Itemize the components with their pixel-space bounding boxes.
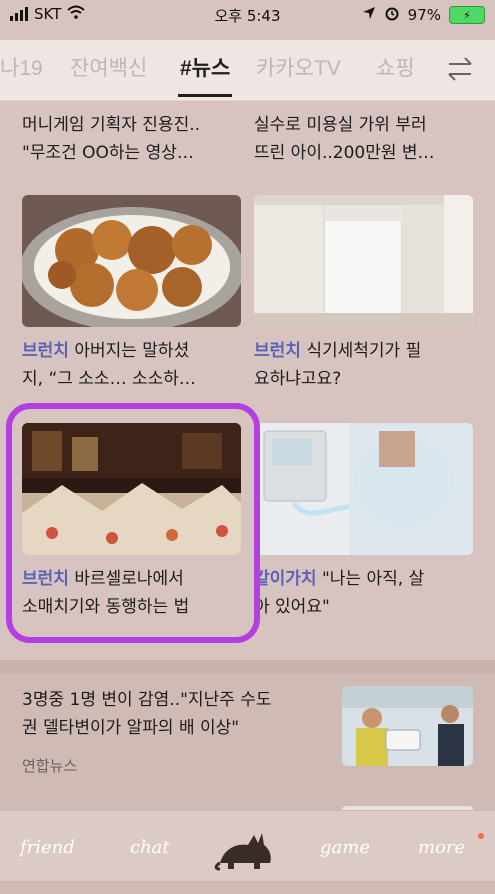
battery-percent: 97% — [407, 6, 441, 24]
brunch-tag: 브런치 — [254, 341, 301, 361]
title-line: 브런치 아버지는 말하셨 — [22, 337, 247, 365]
location-icon — [362, 6, 376, 24]
title-line: 요하냐고요? — [254, 369, 342, 389]
status-bar: SKT 오후 5:43 97% ⚡ — [0, 0, 495, 28]
annotation-highlight-box — [6, 403, 260, 643]
news-source: 연합뉴스 — [22, 757, 78, 775]
nav-chat[interactable]: chat — [130, 837, 170, 858]
tab-kakaotv[interactable]: 카카오TV — [256, 52, 341, 82]
nav-more[interactable]: more — [418, 837, 465, 858]
card-top-left-title[interactable]: 머니게임 기획자 진용진.. "무조건 OO하는 영상… — [22, 111, 242, 167]
tab-bar: 나19 잔여백신 #뉴스 카카오TV 쇼핑 — [0, 40, 495, 101]
title-line: 지, “그 소소… 소소하… — [22, 369, 196, 389]
tab-shopping[interactable]: 쇼핑 — [376, 52, 415, 82]
title-text: 아버지는 말하셨 — [68, 341, 190, 361]
headline-title[interactable]: 3명중 1명 변이 감염.."지난주 수도 권 델타변이가 알파의 배 이상" — [22, 686, 332, 742]
tab-active-indicator — [178, 94, 233, 97]
title-text: "나는 아직, 살 — [316, 569, 425, 589]
cat-icon[interactable] — [214, 825, 276, 871]
card-together-value[interactable]: 같이가치 "나는 아직, 살 아 있어요" — [254, 565, 484, 621]
title-line: 뜨린 아이..200만원 변… — [254, 143, 435, 163]
title-line: 아 있어요" — [254, 597, 330, 617]
card-top-right-title[interactable]: 실수로 미용실 가위 부러 뜨린 아이..200만원 변… — [254, 111, 484, 167]
title-line: 권 델타변이가 알파의 배 이상" — [22, 718, 240, 738]
title-line: 머니게임 기획자 진용진.. — [22, 115, 201, 135]
dishwasher-image[interactable] — [254, 195, 473, 327]
battery-charging-icon: ⚡ — [449, 6, 485, 24]
section-divider — [0, 660, 495, 674]
title-text: 식기세척기가 필 — [300, 341, 422, 361]
together-tag: 같이가치 — [254, 569, 317, 589]
title-line: 브런치 식기세척기가 필 — [254, 337, 484, 365]
bottom-navigation: friend chat game more — [0, 810, 495, 881]
fried-chicken-image[interactable] — [22, 195, 241, 327]
swap-arrows-icon[interactable] — [443, 52, 477, 86]
card-brunch-dishwasher[interactable]: 브런치 식기세척기가 필 요하냐고요? — [254, 337, 484, 393]
title-line: 같이가치 "나는 아직, 살 — [254, 565, 484, 593]
card-brunch-father[interactable]: 브런치 아버지는 말하셨 지, “그 소소… 소소하… — [22, 337, 247, 393]
nav-friend[interactable]: friend — [20, 837, 75, 858]
news-feed: 머니게임 기획자 진용진.. "무조건 OO하는 영상… 실수로 미용실 가위 … — [0, 101, 495, 661]
title-line: 3명중 1명 변이 감염.."지난주 수도 — [22, 690, 272, 710]
press-briefing-image[interactable] — [342, 686, 473, 766]
nav-game[interactable]: game — [320, 837, 370, 858]
title-line: 실수로 미용실 가위 부러 — [254, 115, 427, 135]
brunch-tag: 브런치 — [22, 341, 69, 361]
tab-covid[interactable]: 나19 — [0, 52, 43, 82]
tab-vaccine[interactable]: 잔여백신 — [70, 52, 147, 82]
notification-dot — [478, 833, 484, 839]
alarm-icon — [384, 5, 400, 25]
tab-news-label: #뉴스 — [180, 57, 231, 80]
title-line: "무조건 OO하는 영상… — [22, 143, 194, 163]
tab-news[interactable]: #뉴스 — [178, 52, 233, 97]
hospital-patient-image[interactable] — [254, 423, 473, 555]
